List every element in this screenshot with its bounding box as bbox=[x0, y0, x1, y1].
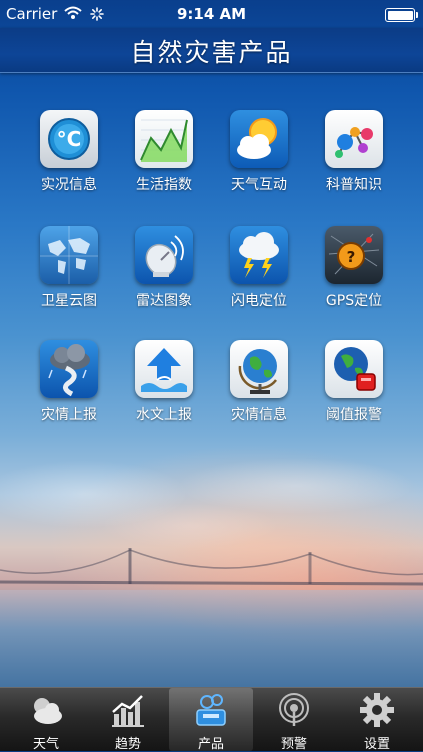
grid-item-label: 水文上报 bbox=[136, 407, 192, 423]
status-bar: Carrier 9:14 AM bbox=[0, 0, 423, 28]
tab-label: 产品 bbox=[197, 737, 224, 752]
sun-cloud-icon bbox=[230, 110, 288, 168]
tab-warning[interactable]: 预警 bbox=[252, 688, 336, 752]
hydrology-icon bbox=[135, 340, 193, 398]
products-icon bbox=[196, 694, 226, 726]
grid-item-weather-interaction[interactable]: 天气互动 bbox=[214, 110, 304, 194]
grid-item-threshold-alarm[interactable]: 阈值报警 bbox=[309, 340, 399, 424]
gps-map-icon: ? bbox=[325, 226, 383, 284]
svg-text:°C: °C bbox=[57, 127, 82, 151]
tab-label: 天气 bbox=[32, 737, 59, 752]
grid-item-label: 实况信息 bbox=[41, 177, 97, 193]
title-bar: 自然灾害产品 bbox=[0, 28, 423, 73]
grid-item-label: 科普知识 bbox=[326, 177, 382, 193]
tab-products[interactable]: 产品 bbox=[169, 688, 253, 752]
weather-icon bbox=[34, 698, 62, 724]
grid-item-hydrology-report[interactable]: 水文上报 bbox=[119, 340, 209, 424]
background-water bbox=[0, 590, 423, 687]
grid-item-label: 闪电定位 bbox=[231, 293, 287, 309]
gear-icon bbox=[360, 693, 394, 727]
radar-dish-icon bbox=[135, 226, 193, 284]
grid-item-lightning-location[interactable]: 闪电定位 bbox=[214, 226, 304, 310]
grid-item-label: 雷达图象 bbox=[136, 293, 192, 309]
celsius-icon: °C bbox=[40, 110, 98, 168]
tab-label: 设置 bbox=[363, 737, 390, 752]
grid-item-label: 灾情信息 bbox=[231, 407, 287, 423]
tab-label: 预警 bbox=[280, 737, 307, 752]
line-chart-icon bbox=[135, 110, 193, 168]
grid-item-label: 阈值报警 bbox=[326, 407, 382, 423]
grid-item-live-info[interactable]: °C 实况信息 bbox=[24, 110, 114, 194]
molecule-icon bbox=[325, 110, 383, 168]
storm-report-icon bbox=[40, 340, 98, 398]
status-time: 9:14 AM bbox=[176, 5, 247, 23]
grid-item-radar-image[interactable]: 雷达图象 bbox=[119, 226, 209, 310]
grid-item-satellite-cloud[interactable]: 卫星云图 bbox=[24, 226, 114, 310]
tab-bar: 天气 趋势 产品 预警 设置 bbox=[0, 687, 423, 752]
grid-item-science-knowledge[interactable]: 科普知识 bbox=[309, 110, 399, 194]
alarm-globe-icon bbox=[325, 340, 383, 398]
svg-text:?: ? bbox=[347, 248, 356, 266]
globe-icon bbox=[230, 340, 288, 398]
trend-chart-icon bbox=[112, 695, 144, 727]
background-bridge bbox=[0, 548, 423, 586]
grid-item-label: 灾情上报 bbox=[41, 407, 97, 423]
tab-trend[interactable]: 趋势 bbox=[86, 688, 170, 752]
grid-item-gps-location[interactable]: ? GPS定位 bbox=[309, 226, 399, 310]
tab-weather[interactable]: 天气 bbox=[4, 688, 88, 752]
grid-item-disaster-report[interactable]: 灾情上报 bbox=[24, 340, 114, 424]
battery-icon bbox=[385, 8, 418, 22]
world-map-icon bbox=[40, 226, 98, 284]
lightning-cloud-icon bbox=[230, 226, 288, 284]
grid-item-label: 卫星云图 bbox=[41, 293, 97, 309]
grid-item-disaster-info[interactable]: 灾情信息 bbox=[214, 340, 304, 424]
tab-label: 趋势 bbox=[114, 737, 141, 752]
warning-signal-icon bbox=[279, 693, 309, 726]
grid-item-label: 生活指数 bbox=[136, 177, 192, 193]
page-title: 自然灾害产品 bbox=[130, 38, 293, 67]
grid-item-label: 天气互动 bbox=[231, 177, 287, 193]
tab-settings[interactable]: 设置 bbox=[335, 688, 419, 752]
grid-item-life-index[interactable]: 生活指数 bbox=[119, 110, 209, 194]
grid-item-label: GPS定位 bbox=[325, 293, 383, 309]
